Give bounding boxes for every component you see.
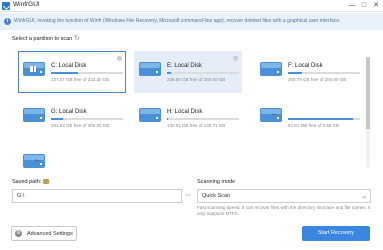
info-icon: i [4, 18, 11, 25]
usage-bar-fill [288, 118, 353, 120]
usage-bar-fill [51, 118, 63, 120]
minimize-button[interactable]: — [347, 1, 357, 11]
usage-bar [167, 118, 239, 120]
usage-bar [288, 118, 360, 120]
partition-space: 251.93 GB free of 300.00 GB [51, 123, 110, 128]
folder-icon[interactable] [43, 179, 49, 184]
browse-button[interactable]: ⋯ [185, 189, 191, 203]
window-title: WinfrGUI [13, 1, 40, 8]
partition-space: 130.01 GB free of 130.71 GB [167, 123, 226, 128]
info-text: WinfrGUI, invoking the function of Winfr… [14, 18, 341, 24]
partition-space: 137.27 GB free of 222.30 GB [51, 77, 110, 82]
partition-space: 238.59 GB free of 250.00 GB [167, 77, 226, 82]
usage-bar-fill [167, 118, 168, 120]
scanning-mode-value: Quick Scan [202, 193, 231, 199]
partition-info-icon[interactable]: i [233, 56, 238, 61]
info-banner: i WinfrGUI, invoking the function of Win… [0, 13, 383, 30]
app-logo-icon [2, 2, 10, 10]
partition-name: E: Local Disk [167, 63, 203, 69]
start-recovery-label: Start Recovery [317, 230, 355, 236]
partition-info-icon[interactable]: i [117, 56, 122, 61]
disk-icon [139, 62, 161, 76]
partition-grid: C: Local Disk i 137.27 GB free of 222.30… [12, 47, 372, 174]
disk-icon [139, 108, 161, 122]
close-button[interactable]: ✕ [371, 1, 381, 11]
scanning-mode-description: Fast scanning speed. It can recover file… [197, 205, 371, 216]
usage-bar-fill [51, 72, 79, 74]
usage-bar-fill [288, 72, 303, 74]
scanning-mode-select[interactable]: Quick Scan ⌄ [197, 189, 371, 203]
saved-path-input[interactable]: G:\ [12, 189, 182, 203]
start-recovery-button[interactable]: Start Recovery [302, 226, 370, 241]
settings-icon: ⚙ [15, 230, 22, 237]
usb-disk-icon: ⭠ [260, 108, 282, 122]
disk-icon [260, 62, 282, 76]
chevron-down-icon: ⌄ [361, 194, 367, 200]
saved-path-value: G:\ [17, 193, 25, 199]
partition-h[interactable]: H: Local Disk 130.01 GB free of 130.71 G… [134, 97, 242, 139]
advanced-settings-label: Advanced Settings [27, 231, 73, 237]
disk-icon [23, 108, 45, 122]
advanced-settings-button[interactable]: ⚙ Advanced Settings [11, 226, 77, 241]
saved-path-label: Saved path: [12, 179, 42, 185]
usage-bar [167, 72, 239, 74]
usage-bar-fill [167, 72, 171, 74]
refresh-icon[interactable]: ↻ [74, 35, 81, 42]
partition-f[interactable]: F: Local Disk 200.79 GB free of 250.00 G… [255, 51, 363, 93]
scrollbar-thumb[interactable] [366, 57, 370, 129]
partition-usb-1[interactable]: ⭠ 54.81 MB free of 0.56 GB [255, 97, 363, 139]
partition-e[interactable]: E: Local Disk i 238.59 GB free of 250.00… [134, 51, 242, 93]
partition-usb-2[interactable]: ⭠ [18, 143, 126, 174]
title-bar: WinfrGUI — □ ✕ [0, 0, 383, 12]
usage-bar [51, 118, 123, 120]
partition-space: 200.79 GB free of 250.00 GB [288, 77, 347, 82]
usage-bar [288, 72, 360, 74]
partition-g[interactable]: G: Local Disk 251.93 GB free of 300.00 G… [18, 97, 126, 139]
partition-name: G: Local Disk [51, 109, 87, 115]
maximize-button[interactable]: □ [359, 1, 369, 11]
partition-name: C: Local Disk [51, 63, 87, 69]
system-disk-icon [23, 62, 45, 76]
usage-bar [51, 72, 123, 74]
partition-c[interactable]: C: Local Disk i 137.27 GB free of 222.30… [18, 51, 126, 93]
partition-space: 54.81 MB free of 0.56 GB [288, 123, 340, 128]
scanning-mode-label: Scanning mode [197, 179, 236, 185]
partition-section-label: Select a partition to scan [12, 36, 73, 42]
partition-name: H: Local Disk [167, 109, 203, 115]
partition-name: F: Local Disk [288, 63, 323, 69]
partition-scrollbar[interactable] [366, 57, 370, 167]
usb-disk-icon: ⭠ [23, 154, 45, 168]
